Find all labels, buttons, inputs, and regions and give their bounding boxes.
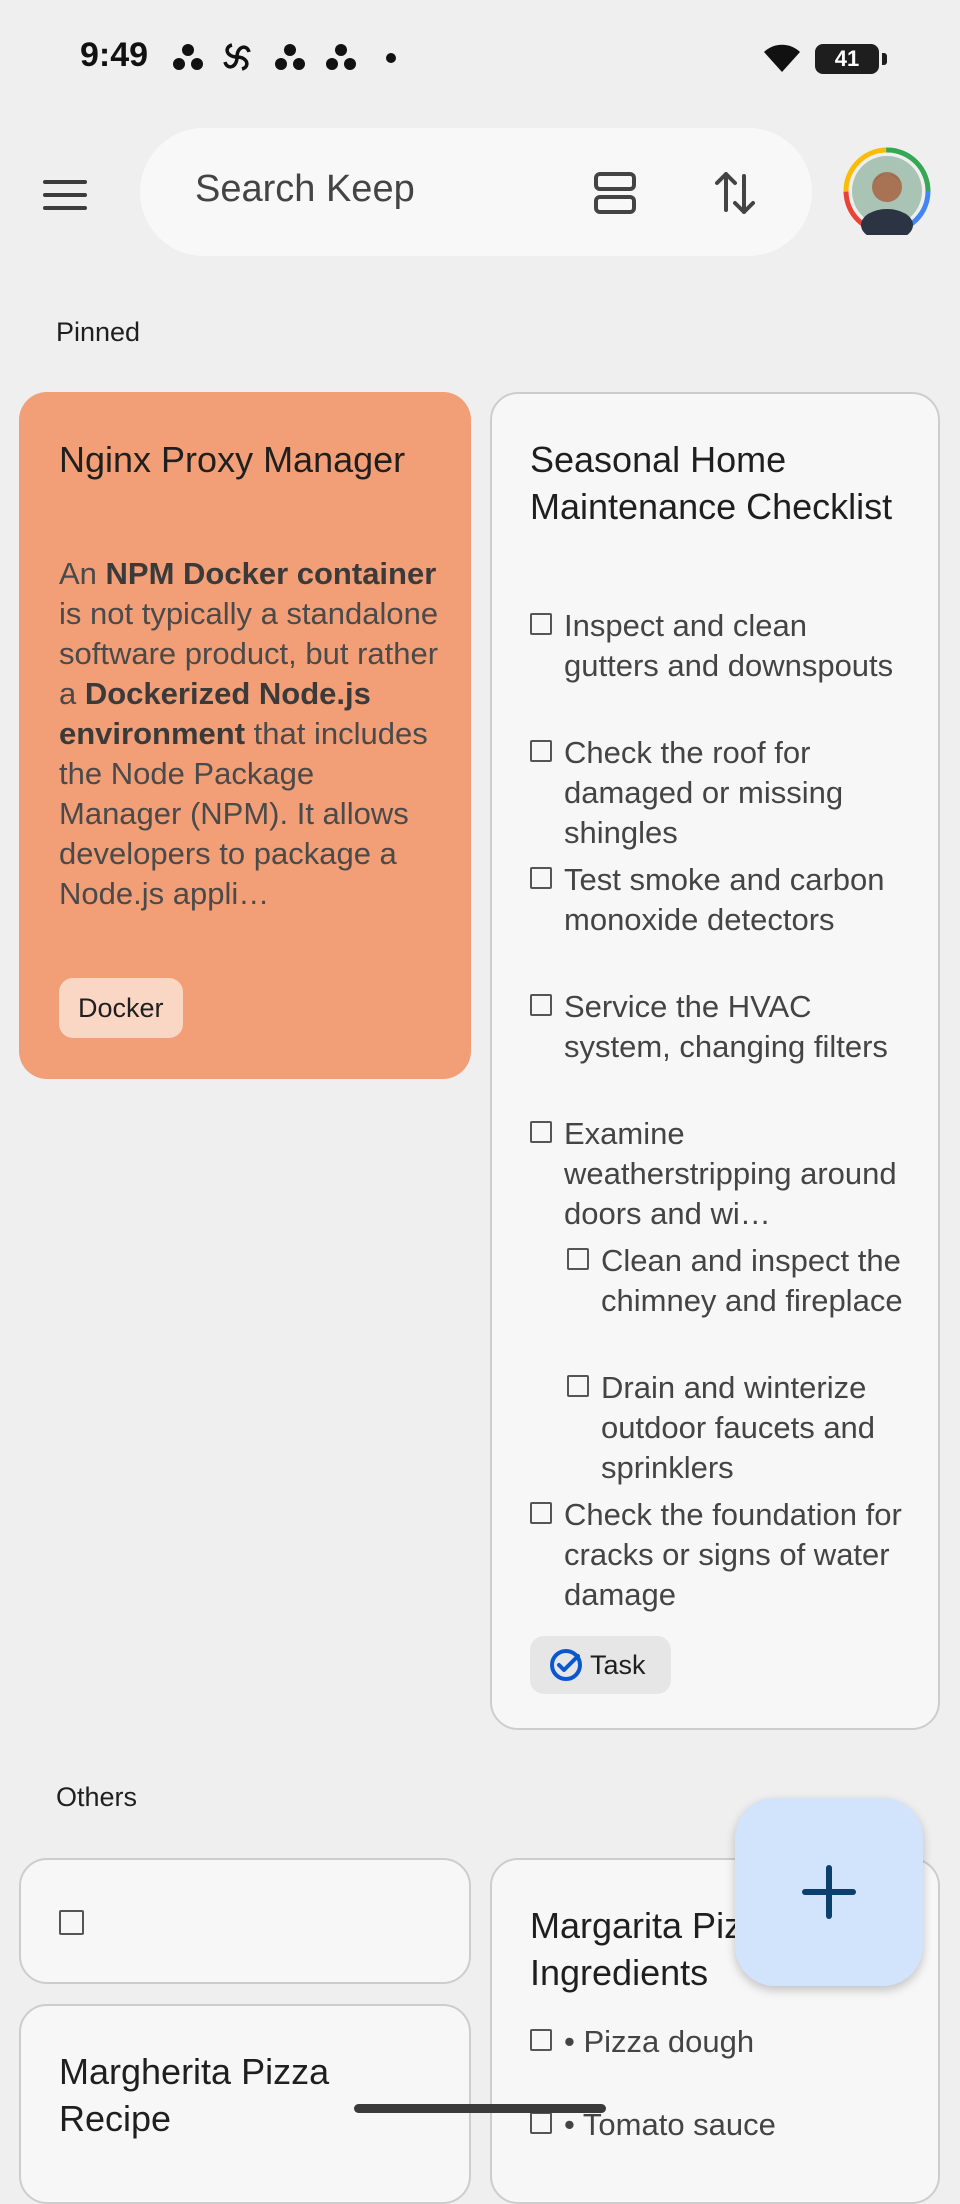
new-note-fab[interactable] (735, 1798, 923, 1986)
note-title: Margherita Pizza Recipe (59, 2051, 330, 2139)
view-agenda-icon (594, 172, 636, 214)
home-indicator[interactable] (354, 2104, 606, 2113)
wifi-icon (764, 44, 800, 72)
account-avatar[interactable] (843, 147, 931, 241)
sort-arrows-icon (715, 172, 755, 214)
task-chip-text: Task (590, 1649, 646, 1680)
task-check-icon (550, 1649, 582, 1681)
pinned-section-label: Pinned (56, 317, 141, 347)
checklist-subitem[interactable]: Drain and winterize outdoor faucets and … (567, 1368, 912, 1488)
label-chip-text: Docker (78, 992, 164, 1023)
checkbox[interactable] (530, 867, 552, 889)
battery-level: 41 (834, 46, 860, 71)
note-title: Seasonal Home Maintenance Checklist (530, 439, 893, 527)
checkbox[interactable] (530, 994, 552, 1016)
checkbox[interactable] (530, 1121, 552, 1143)
checkbox[interactable] (567, 1248, 589, 1270)
note-body-bold-text: NPM Docker container (105, 556, 437, 591)
checklist-item[interactable]: Test smoke and carbon monoxide detectors (530, 860, 910, 940)
note-body-text: An (59, 556, 106, 591)
checkbox[interactable] (530, 1502, 552, 1524)
note-title: Nginx Proxy Manager (59, 439, 406, 480)
notification-icon (173, 44, 203, 70)
notification-icon (326, 44, 356, 70)
checklist-item[interactable]: Check the roof for damaged or missing sh… (530, 733, 910, 853)
toggle-view-button[interactable] (580, 158, 650, 228)
checklist-item[interactable]: Service the HVAC system, changing filter… (530, 987, 910, 1067)
notification-icon (275, 44, 305, 70)
note-body: An NPM Docker container is not typically… (59, 554, 444, 954)
checklist-item[interactable]: Inspect and clean gutters and downspouts (530, 606, 910, 686)
note-card-seasonal-checklist[interactable]: Seasonal Home Maintenance Checklist Insp… (490, 392, 940, 1730)
label-chip[interactable]: Docker (59, 978, 183, 1038)
status-time: 9:49 (80, 36, 149, 74)
checklist-item[interactable]: Check the foundation for cracks or signs… (530, 1495, 910, 1615)
checklist-item[interactable]: • Pizza dough (530, 2022, 754, 2062)
checkbox[interactable] (567, 1375, 589, 1397)
note-card-empty-checklist[interactable] (19, 1858, 471, 1984)
search-input[interactable]: Search Keep (195, 168, 415, 211)
sort-button[interactable] (700, 158, 770, 228)
task-chip[interactable]: Task (530, 1636, 671, 1694)
more-notifications-icon (386, 53, 396, 63)
checkbox[interactable] (530, 2029, 552, 2051)
plus-icon (802, 1865, 856, 1919)
checkbox[interactable] (530, 2112, 552, 2134)
search-bar[interactable]: Search Keep (140, 128, 812, 256)
pinwheel-icon (223, 43, 251, 71)
checklist-subitem[interactable]: Clean and inspect the chimney and firepl… (567, 1241, 912, 1321)
avatar-image (843, 147, 931, 241)
battery-indicator: 41 (815, 44, 887, 74)
note-card-nginx[interactable]: Nginx Proxy Manager An NPM Docker contai… (19, 392, 471, 1079)
checklist-item[interactable] (59, 1903, 96, 1935)
hamburger-icon (43, 180, 87, 210)
status-bar: 9:49 41 (0, 0, 960, 110)
others-section-label: Others (56, 1782, 138, 1812)
checkbox[interactable] (59, 1910, 84, 1935)
menu-button[interactable] (30, 160, 100, 230)
checkbox[interactable] (530, 740, 552, 762)
checklist-item[interactable]: Examine weatherstripping around doors an… (530, 1114, 910, 1234)
checkbox[interactable] (530, 613, 552, 635)
